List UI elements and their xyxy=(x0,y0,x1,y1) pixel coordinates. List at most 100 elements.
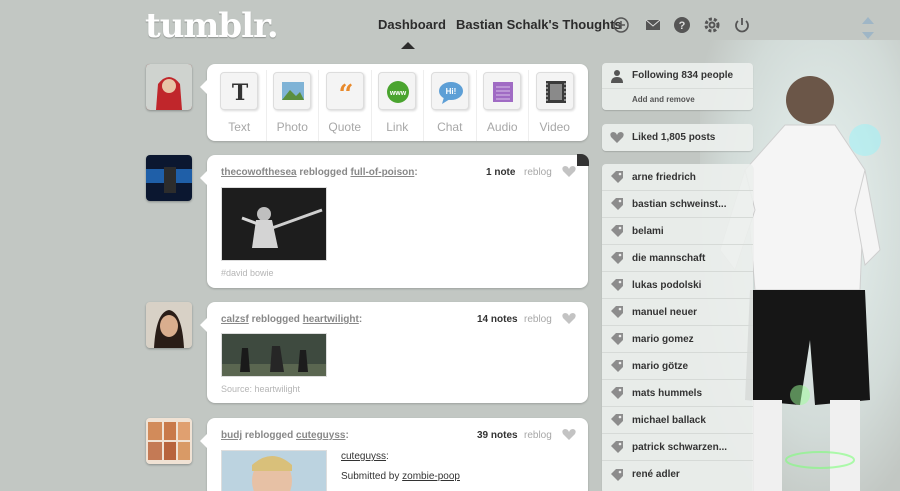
tag-icon xyxy=(610,197,624,211)
post-notes[interactable]: 14 notes xyxy=(477,314,518,325)
compose-quote-button[interactable]: “ Quote xyxy=(318,70,371,141)
avatar[interactable] xyxy=(146,302,192,348)
reblog-button[interactable]: reblog xyxy=(524,314,552,325)
post-source-link[interactable]: cuteguyss xyxy=(296,430,345,441)
compose-audio-button[interactable]: Audio xyxy=(475,70,529,141)
person-item[interactable]: belami xyxy=(602,218,753,245)
caption-user-link[interactable]: zombie-poop xyxy=(402,471,460,482)
photo-icon xyxy=(273,72,312,110)
person-label: mario götze xyxy=(632,360,689,372)
compose-link-button[interactable]: www Link xyxy=(370,70,424,141)
post-composer: T Text Photo “ Quote www Link Hi! Chat A… xyxy=(200,64,588,141)
tag-icon xyxy=(610,170,624,184)
post-verb: reblogged xyxy=(251,314,300,325)
svg-text:“: “ xyxy=(338,80,353,110)
nav-blog[interactable]: Bastian Schalk's Thoughts xyxy=(456,17,622,32)
compose-video-label: Video xyxy=(539,120,570,134)
chat-icon: Hi! xyxy=(430,72,469,110)
mail-icon[interactable] xyxy=(644,16,662,34)
tag-icon xyxy=(610,278,624,292)
video-icon xyxy=(535,72,574,110)
post-photo[interactable] xyxy=(221,333,327,377)
following-count: Following 834 people xyxy=(632,70,734,81)
post-verb: reblogged xyxy=(244,430,294,441)
person-item[interactable]: michael ballack xyxy=(602,407,753,434)
heart-icon[interactable] xyxy=(562,312,576,325)
person-item[interactable]: lukas podolski xyxy=(602,272,753,299)
compose-link-label: Link xyxy=(386,120,409,134)
person-item[interactable]: die mannschaft xyxy=(602,245,753,272)
post-source-caption[interactable]: Source: heartwilight xyxy=(221,384,300,394)
avatar[interactable] xyxy=(146,418,192,464)
person-label: belami xyxy=(632,225,664,237)
post-notes[interactable]: 39 notes xyxy=(477,430,518,441)
post-header: calzsf reblogged heartwilight: xyxy=(221,314,363,325)
post-source-link[interactable]: full-of-poison xyxy=(350,167,414,178)
post-user-link[interactable]: thecowofthesea xyxy=(221,167,297,178)
nav-dashboard[interactable]: Dashboard xyxy=(378,17,446,32)
post-user-link[interactable]: calzsf xyxy=(221,314,249,325)
person-item[interactable]: arne friedrich xyxy=(602,164,753,191)
compose-text-button[interactable]: T Text xyxy=(213,70,266,141)
post-source-link[interactable]: heartwilight xyxy=(303,314,359,325)
reblog-button[interactable]: reblog xyxy=(524,167,552,178)
liked-link[interactable]: Liked 1,805 posts xyxy=(602,124,753,151)
person-item[interactable]: manuel neuer xyxy=(602,299,753,326)
text-icon: T xyxy=(220,72,259,110)
post-photo[interactable] xyxy=(221,450,327,491)
link-icon: www xyxy=(378,72,417,110)
post-corner-fold[interactable] xyxy=(577,154,589,166)
compose-chat-label: Chat xyxy=(437,120,463,134)
post-user-link[interactable]: budj xyxy=(221,430,242,441)
avatar[interactable] xyxy=(146,64,192,110)
power-icon[interactable] xyxy=(733,16,751,34)
add-remove-link[interactable]: Add and remove xyxy=(602,89,753,110)
post-notes[interactable]: 1 note xyxy=(486,167,515,178)
help-icon[interactable]: ? xyxy=(673,16,691,34)
tag-icon xyxy=(610,305,624,319)
post-photo[interactable] xyxy=(221,187,327,261)
tag-icon xyxy=(610,440,624,454)
following-box: Following 834 people Add and remove xyxy=(602,63,753,110)
tumblr-logo[interactable]: tumblr. xyxy=(145,6,279,46)
compose-quote-label: Quote xyxy=(328,120,362,134)
tag-icon xyxy=(610,224,624,238)
post-card: budj reblogged cuteguyss: 39 notes reblo… xyxy=(200,418,588,491)
compose-audio-label: Audio xyxy=(486,120,518,134)
heart-icon[interactable] xyxy=(562,428,576,441)
following-link[interactable]: Following 834 people xyxy=(602,63,753,89)
post-header: thecowofthesea reblogged full-of-poison: xyxy=(221,167,418,178)
person-label: mario gomez xyxy=(632,333,694,345)
post-tag[interactable]: #david bowie xyxy=(221,268,274,278)
scroll-up-icon[interactable] xyxy=(862,17,874,24)
gear-icon[interactable] xyxy=(703,16,721,34)
heart-icon[interactable] xyxy=(562,165,576,178)
reblog-button[interactable]: reblog xyxy=(524,430,552,441)
person-item[interactable]: mario götze xyxy=(602,353,753,380)
person-label: bastian schweinst... xyxy=(632,198,727,210)
person-item[interactable]: bastian schweinst... xyxy=(602,191,753,218)
quote-icon: “ xyxy=(325,72,364,110)
svg-text:www: www xyxy=(389,90,407,97)
caption-link[interactable]: cuteguyss xyxy=(341,451,386,462)
compose-photo-button[interactable]: Photo xyxy=(265,70,319,141)
person-item[interactable]: mario gomez xyxy=(602,326,753,353)
tag-icon xyxy=(610,251,624,265)
person-label: mats hummels xyxy=(632,387,703,399)
scroll-down-icon[interactable] xyxy=(862,32,874,39)
avatar[interactable] xyxy=(146,155,192,201)
person-item[interactable]: mats hummels xyxy=(602,380,753,407)
scroll-arrows[interactable] xyxy=(862,17,874,47)
person-label: patrick schwarzen... xyxy=(632,441,728,453)
person-icon xyxy=(610,69,624,83)
compose-chat-button[interactable]: Hi! Chat xyxy=(423,70,476,141)
person-item[interactable]: patrick schwarzen... xyxy=(602,434,753,461)
plus-icon[interactable] xyxy=(612,16,630,34)
person-label: die mannschaft xyxy=(632,252,706,264)
person-label: michael ballack xyxy=(632,414,706,426)
person-item[interactable]: rené adler xyxy=(602,461,753,488)
person-label: rené adler xyxy=(632,469,680,480)
tag-icon xyxy=(610,468,624,482)
compose-text-label: Text xyxy=(228,120,251,134)
compose-video-button[interactable]: Video xyxy=(528,70,581,141)
